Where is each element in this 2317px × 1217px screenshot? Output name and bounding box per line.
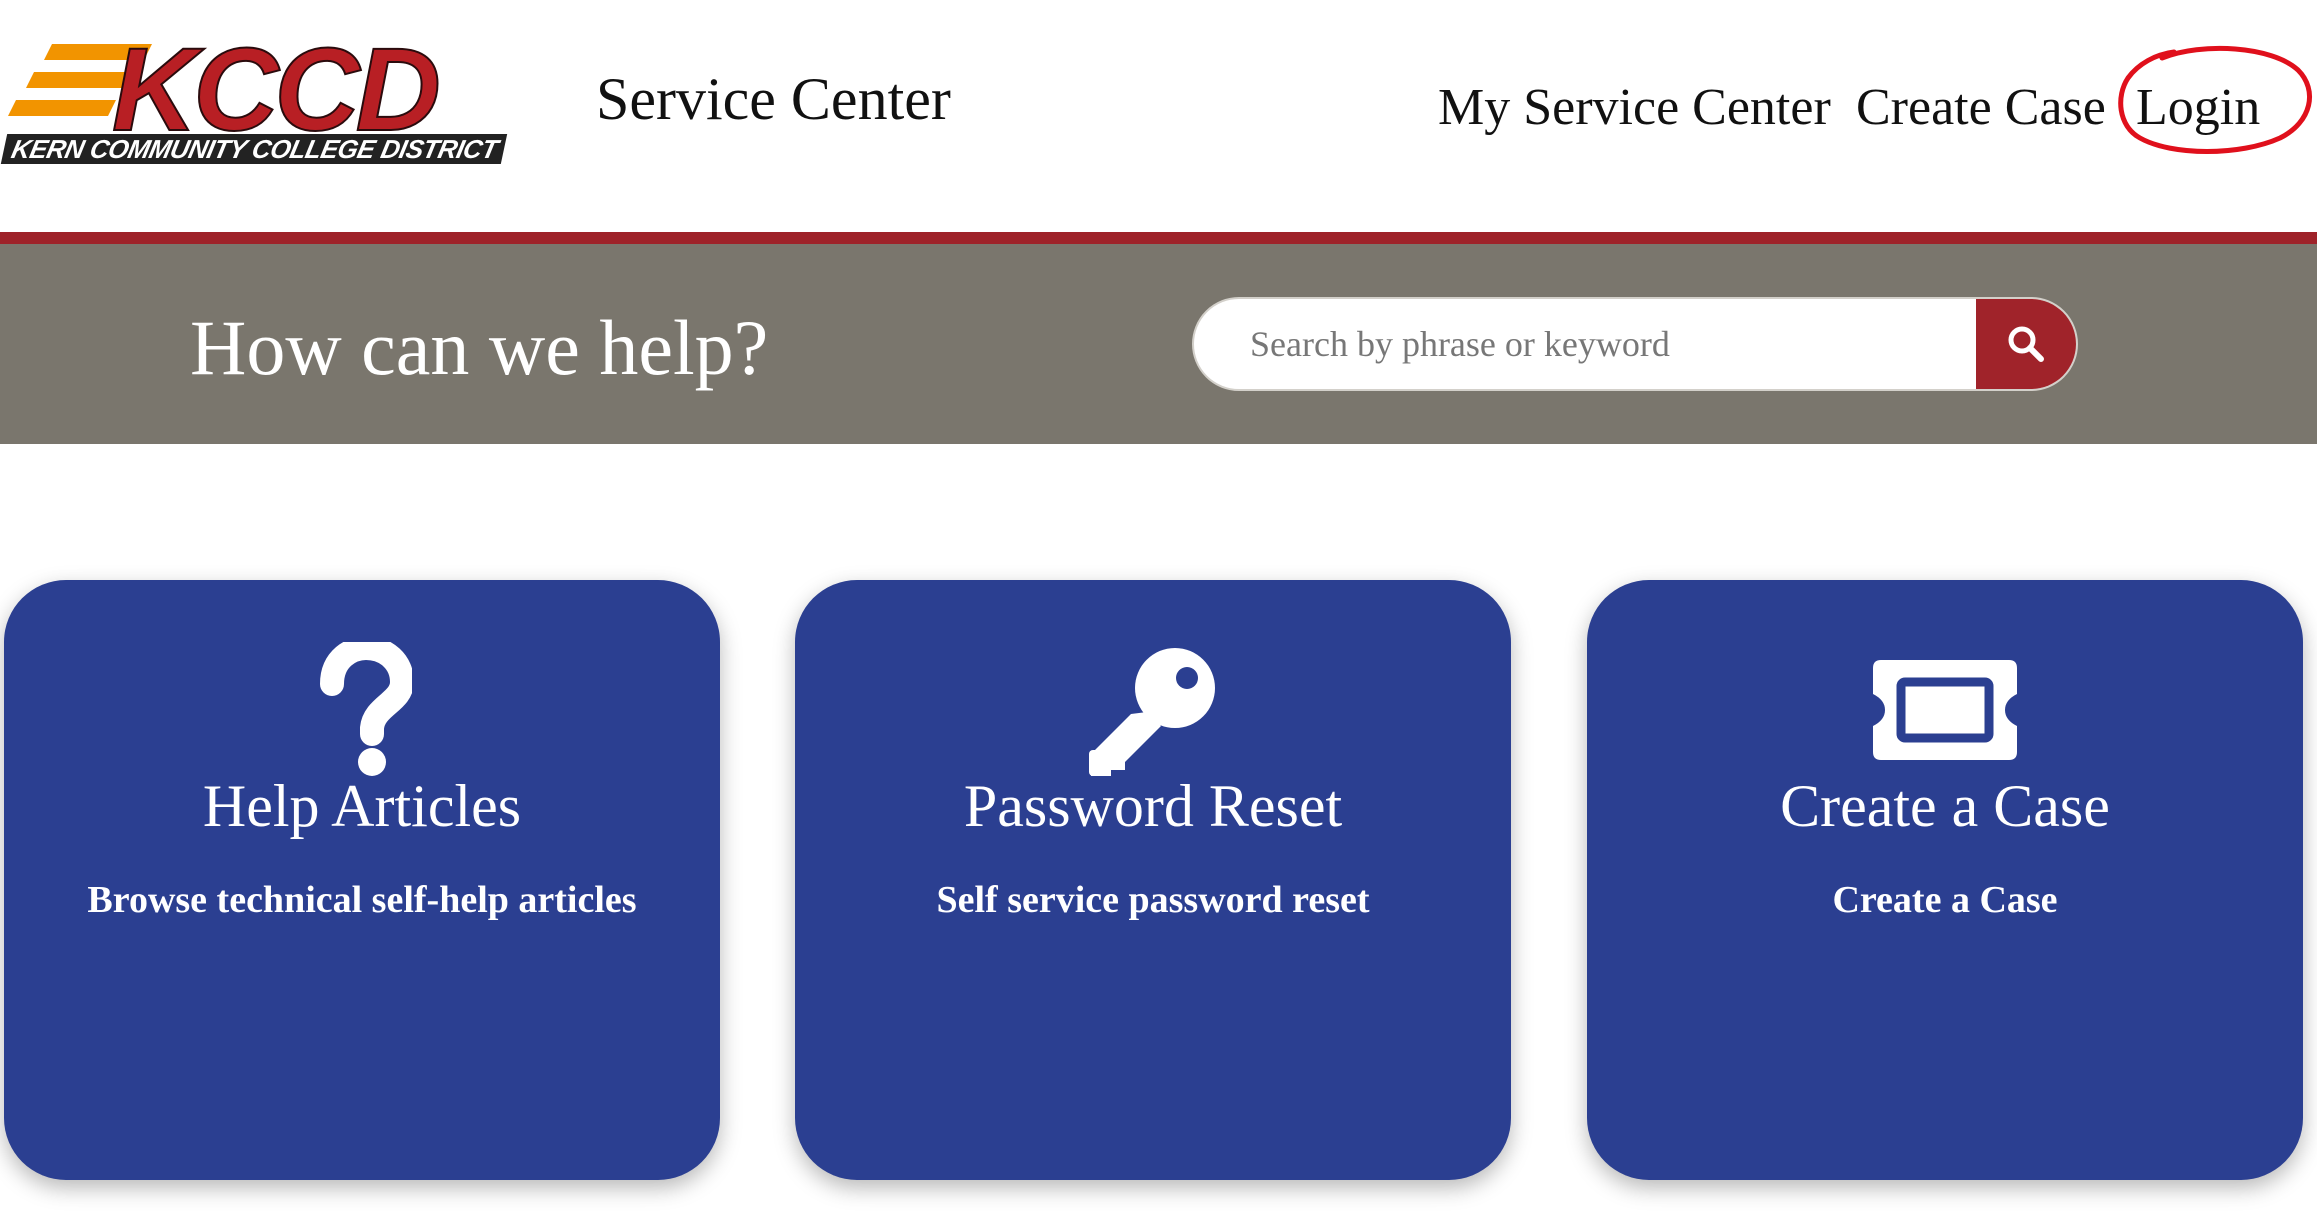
hero-banner: How can we help? xyxy=(0,244,2317,444)
search-icon xyxy=(2008,326,2044,362)
card-create-a-case[interactable]: Create a Case Create a Case xyxy=(1587,580,2303,1180)
ticket-icon xyxy=(1865,642,2025,778)
card-password-reset[interactable]: Password Reset Self service password res… xyxy=(795,580,1511,1180)
card-description: Create a Case xyxy=(1832,879,2058,921)
card-title: Password Reset xyxy=(963,773,1343,839)
card-description: Browse technical self-help articles xyxy=(87,879,637,921)
search-input[interactable] xyxy=(1194,299,1978,389)
header-divider xyxy=(0,232,2317,244)
question-mark-icon xyxy=(282,642,442,778)
key-icon xyxy=(1073,642,1233,778)
logo-caption: KERN COMMUNITY COLLEGE DISTRICT xyxy=(0,134,508,164)
hero-title: How can we help? xyxy=(190,304,769,391)
card-title: Help Articles xyxy=(202,773,522,839)
card-title: Create a Case xyxy=(1780,773,2110,839)
site-header: KCCD KERN COMMUNITY COLLEGE DISTRICT Ser… xyxy=(0,0,2317,232)
kccd-logo[interactable]: KCCD KERN COMMUNITY COLLEGE DISTRICT xyxy=(0,23,548,173)
nav-login[interactable]: Login xyxy=(2136,74,2260,142)
card-description: Self service password reset xyxy=(936,879,1370,921)
site-title: Service Center xyxy=(596,66,951,132)
nav-create-case[interactable]: Create Case xyxy=(1856,74,2106,142)
card-help-articles[interactable]: Help Articles Browse technical self-help… xyxy=(4,580,720,1180)
nav-my-service-center[interactable]: My Service Center xyxy=(1438,74,1831,142)
search-button[interactable] xyxy=(1976,299,2076,389)
search-bar xyxy=(1192,297,2078,391)
